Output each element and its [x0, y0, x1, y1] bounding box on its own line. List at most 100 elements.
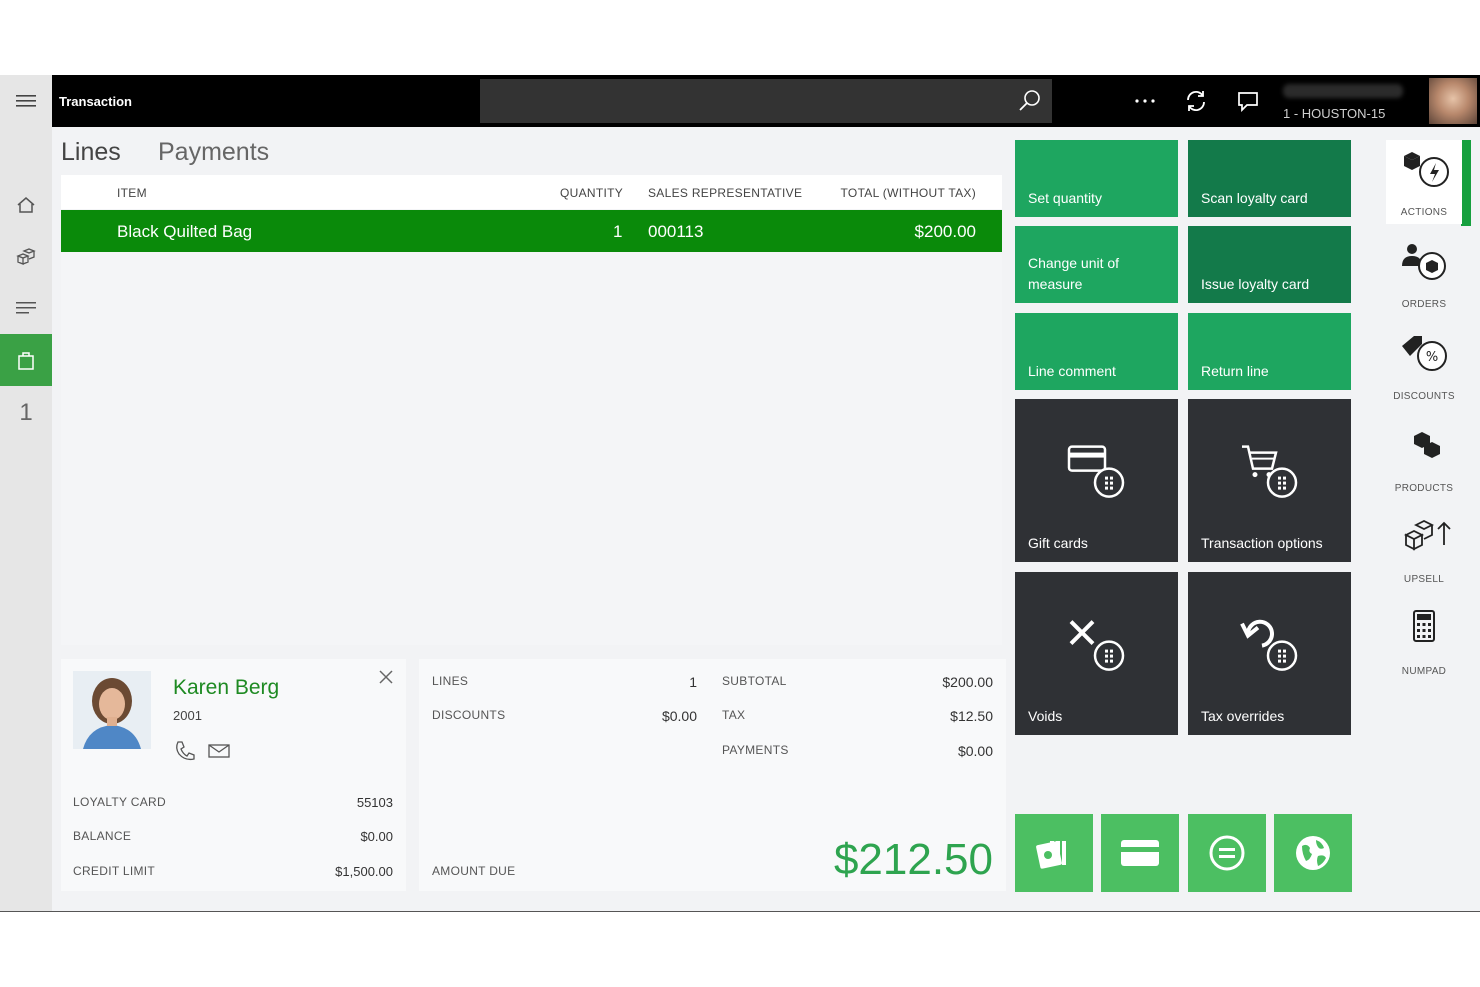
- home-icon: [17, 197, 35, 213]
- table-row[interactable]: Black Quilted Bag 1 000113 $200.00: [61, 210, 1002, 252]
- contact-icons: [173, 739, 231, 763]
- pay-cash-button[interactable]: [1015, 814, 1093, 892]
- phone-icon[interactable]: [173, 739, 197, 763]
- side-panel-orders[interactable]: ORDERS: [1386, 232, 1462, 316]
- row-sales-rep: 000113: [648, 222, 704, 241]
- totals-panel: LINES 1 DISCOUNTS $0.00 SUBTOTAL $200.00…: [419, 659, 1006, 891]
- subtotal-label: SUBTOTAL: [722, 674, 787, 688]
- side-panel-products[interactable]: PRODUCTS: [1386, 416, 1462, 500]
- discounts-label: DISCOUNTS: [432, 708, 506, 722]
- amount-due-value: $212.50: [833, 835, 993, 884]
- discounts-value: $0.00: [661, 708, 697, 724]
- tile-label: Transaction options: [1201, 535, 1323, 551]
- gift-card-icon: [1067, 444, 1124, 498]
- return-line-tile[interactable]: Return line: [1188, 313, 1351, 390]
- cart-options-icon: [1241, 444, 1297, 498]
- search-icon[interactable]: [1018, 89, 1042, 113]
- actions-icon: [1404, 152, 1449, 187]
- transaction-options-tile[interactable]: Transaction options: [1188, 399, 1351, 562]
- card-icon: [1121, 840, 1159, 866]
- scan-loyalty-card-tile[interactable]: Scan loyalty card: [1188, 140, 1351, 217]
- list-icon: [16, 302, 36, 314]
- column-header-item[interactable]: ITEM: [117, 186, 147, 200]
- row-quantity: 1: [613, 222, 623, 241]
- email-icon[interactable]: [207, 739, 231, 763]
- active-indicator: [1461, 140, 1471, 226]
- shopping-bag-icon: [18, 352, 34, 370]
- tab-payments[interactable]: Payments: [158, 138, 269, 167]
- store-label: 1 - HOUSTON-15: [1283, 106, 1386, 121]
- cart-nav-button[interactable]: [0, 334, 52, 386]
- ellipsis-icon: [1135, 99, 1155, 103]
- pay-card-button[interactable]: [1101, 814, 1179, 892]
- side-panel-numpad[interactable]: NUMPAD: [1386, 599, 1462, 683]
- loyalty-card-value: 55103: [356, 795, 393, 810]
- side-panel-label: NUMPAD: [1401, 666, 1447, 677]
- side-panel-label: UPSELL: [1403, 574, 1445, 585]
- change-unit-of-measure-tile[interactable]: Change unit of measure: [1015, 226, 1178, 303]
- more-options-button[interactable]: [1132, 88, 1158, 114]
- lines-nav-button[interactable]: [0, 282, 52, 334]
- numpad-icon: [1413, 610, 1435, 642]
- payments-label: PAYMENTS: [722, 743, 789, 757]
- side-panel-label: PRODUCTS: [1394, 483, 1454, 494]
- customer-name[interactable]: Karen Berg: [173, 676, 279, 700]
- remove-customer-button[interactable]: [379, 667, 393, 690]
- user-avatar[interactable]: [1429, 78, 1477, 124]
- tile-label: Voids: [1028, 708, 1063, 724]
- lines-label: LINES: [432, 674, 469, 688]
- pay-other-button[interactable]: [1274, 814, 1352, 892]
- tax-overrides-tile[interactable]: Tax overrides: [1188, 572, 1351, 735]
- balance-label: BALANCE: [73, 829, 132, 843]
- amount-due-label: AMOUNT DUE: [432, 864, 516, 878]
- svg-text:%: %: [1426, 350, 1438, 365]
- pos-app: 1 Transaction 1 - HOUSTON-15 Lines Payme…: [0, 75, 1480, 912]
- row-item: Black Quilted Bag: [117, 222, 253, 241]
- refresh-icon: [1187, 90, 1205, 112]
- loyalty-card-label: LOYALTY CARD: [73, 795, 166, 809]
- customer-id: 2001: [173, 708, 202, 723]
- side-panel-discounts[interactable]: % DISCOUNTS: [1386, 324, 1462, 408]
- credit-limit-label: CREDIT LIMIT: [73, 864, 156, 878]
- globe-icon: [1296, 836, 1330, 870]
- column-header-total[interactable]: TOTAL (WITHOUT TAX): [841, 186, 976, 200]
- tab-lines[interactable]: Lines: [61, 138, 121, 167]
- issue-loyalty-card-tile[interactable]: Issue loyalty card: [1188, 226, 1351, 303]
- products-nav-button[interactable]: [0, 231, 52, 283]
- lines-grid: ITEM QUANTITY SALES REPRESENTATIVE TOTAL…: [61, 175, 1002, 645]
- side-panel-actions[interactable]: ACTIONS: [1386, 140, 1462, 224]
- side-panel-label: ORDERS: [1401, 299, 1447, 310]
- line-comment-tile[interactable]: Line comment: [1015, 313, 1178, 390]
- notifications-button[interactable]: [1235, 88, 1261, 114]
- home-button[interactable]: [0, 179, 52, 231]
- tax-label: TAX: [722, 708, 746, 722]
- lines-value: 1: [689, 674, 697, 690]
- side-panel-upsell[interactable]: UPSELL: [1386, 507, 1462, 591]
- cart-count: 1: [19, 399, 33, 426]
- customer-photo: [73, 671, 151, 749]
- payments-value: $0.00: [957, 743, 993, 759]
- page-title: Transaction: [59, 94, 132, 109]
- tile-label: Set quantity: [1028, 190, 1102, 206]
- boxes-icon: [16, 248, 36, 265]
- pay-exact-button[interactable]: [1188, 814, 1266, 892]
- grid-header: ITEM QUANTITY SALES REPRESENTATIVE TOTAL…: [61, 175, 1002, 209]
- tile-label: Gift cards: [1028, 535, 1088, 551]
- column-header-quantity[interactable]: QUANTITY: [560, 186, 623, 200]
- refresh-button[interactable]: [1183, 88, 1209, 114]
- tile-label: Line comment: [1028, 363, 1116, 379]
- left-rail: 1: [0, 75, 52, 911]
- discounts-icon: %: [1402, 336, 1447, 371]
- close-icon: [379, 670, 393, 684]
- search-input[interactable]: [480, 79, 1052, 123]
- balance-value: $0.00: [360, 829, 393, 844]
- side-panel-label: ACTIONS: [1400, 207, 1448, 218]
- column-header-sales-rep[interactable]: SALES REPRESENTATIVE: [648, 186, 802, 200]
- voids-tile[interactable]: Voids: [1015, 572, 1178, 735]
- tax-value: $12.50: [950, 708, 993, 724]
- top-bar: Transaction 1 - HOUSTON-15: [52, 75, 1480, 127]
- hamburger-menu-button[interactable]: [0, 75, 52, 127]
- set-quantity-tile[interactable]: Set quantity: [1015, 140, 1178, 217]
- tile-label: Issue loyalty card: [1201, 276, 1310, 292]
- gift-cards-tile[interactable]: Gift cards: [1015, 399, 1178, 562]
